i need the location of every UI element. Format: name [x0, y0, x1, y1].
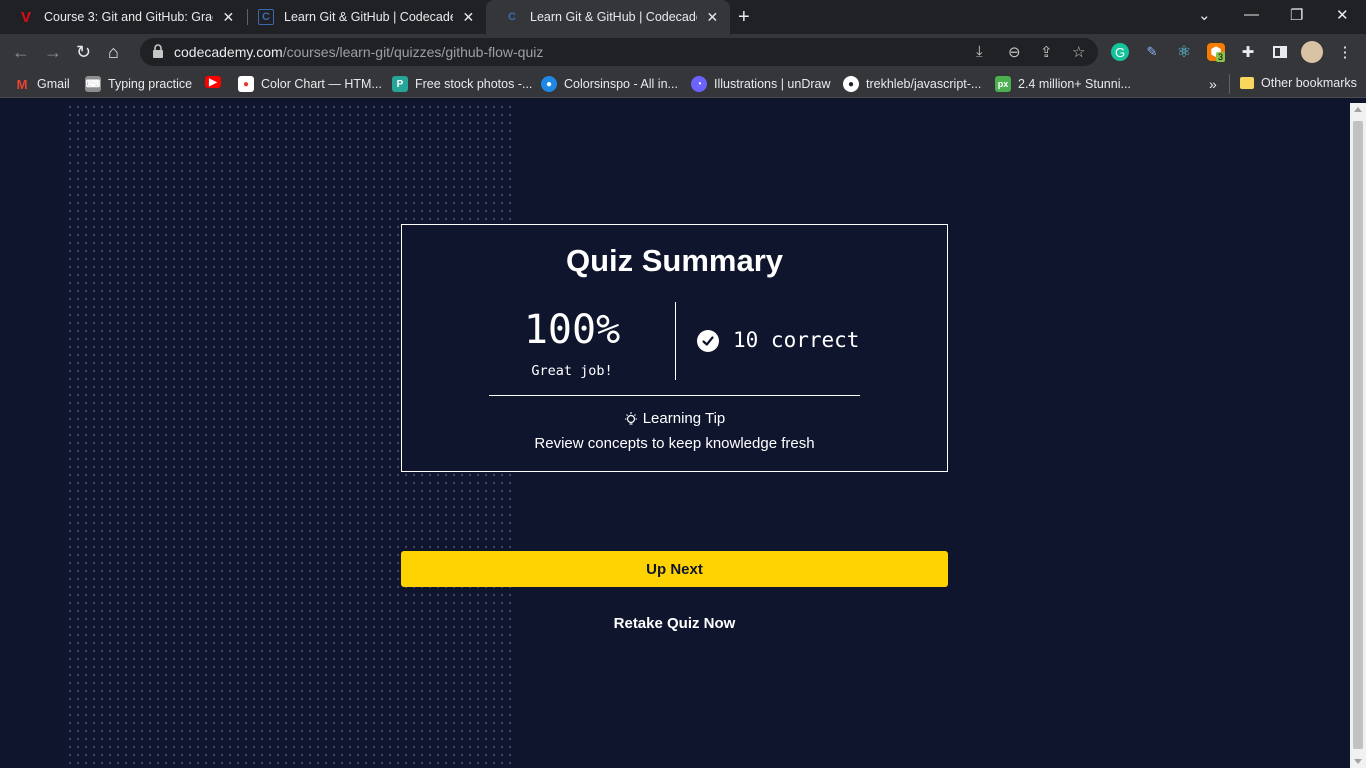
bookmark-color-chart[interactable]: ● Color Chart — HTM...: [238, 76, 382, 92]
minimize-button[interactable]: —: [1244, 6, 1259, 23]
score-percentage: 100%: [523, 307, 621, 353]
side-panel-icon[interactable]: [1271, 43, 1289, 61]
learning-tip-heading-row: Learning Tip: [402, 410, 947, 427]
score-caption: Great job!: [531, 363, 613, 379]
back-button[interactable]: ←: [12, 41, 30, 63]
restore-button[interactable]: ❐: [1290, 6, 1303, 24]
quiz-summary-page: Quiz Summary 100% Great job! 10 correct …: [0, 103, 1350, 768]
bookmarks-divider: [1229, 74, 1230, 94]
extensions-puzzle-icon[interactable]: ✚: [1239, 43, 1257, 61]
url-text: codecademy.com/courses/learn-git/quizzes…: [174, 44, 544, 60]
color-picker-icon[interactable]: ✎: [1143, 43, 1161, 61]
forward-button[interactable]: →: [44, 41, 62, 63]
summary-vertical-divider: [675, 302, 676, 380]
folder-icon: [1240, 77, 1254, 89]
github-icon: ●: [843, 76, 859, 92]
grammarly-icon[interactable]: G: [1111, 43, 1129, 61]
correct-count: 10 correct: [733, 328, 860, 352]
red-v-logo-icon: V: [20, 8, 31, 26]
tab-learn-git-1[interactable]: C Learn Git & GitHub | Codecademy ✕: [240, 0, 486, 34]
address-bar[interactable]: codecademy.com/courses/learn-git/quizzes…: [140, 38, 1098, 66]
bookmark-typing-practice[interactable]: ⌨ Typing practice: [85, 76, 192, 92]
up-next-button[interactable]: Up Next: [401, 551, 948, 587]
tab-title: Learn Git & GitHub | Codecademy: [284, 10, 453, 24]
close-tab-icon[interactable]: ✕: [705, 9, 720, 26]
browser-tab-bar: V Course 3: Git and GitHub: Graded ✕ C L…: [0, 0, 1366, 34]
more-bookmarks-chevron-icon[interactable]: »: [1209, 76, 1217, 92]
close-window-button[interactable]: ✕: [1336, 6, 1349, 24]
summary-horizontal-divider: [489, 395, 860, 396]
bookmark-pixabay[interactable]: px 2.4 million+ Stunni...: [995, 76, 1131, 92]
undraw-icon: ◔: [691, 76, 707, 92]
bookmark-star-icon[interactable]: ☆: [1072, 43, 1085, 61]
extension-badge-icon[interactable]: ⬢ 3: [1207, 43, 1226, 62]
checkmark-icon: [697, 330, 719, 352]
page-scrollbar[interactable]: [1350, 103, 1366, 768]
codecademy-icon: C: [508, 11, 516, 23]
install-icon[interactable]: ⤓: [976, 43, 983, 60]
scroll-down-arrow-icon[interactable]: [1354, 759, 1362, 764]
tab-title: Learn Git & GitHub | Codecademy: [530, 10, 697, 24]
learning-tip-heading: Learning Tip: [642, 410, 726, 427]
bookmarks-bar: M Gmail ⌨ Typing practice ▶ ● Color Char…: [0, 70, 1366, 98]
colorsinspo-icon: ●: [541, 76, 557, 92]
tab-title: Course 3: Git and GitHub: Graded: [44, 10, 213, 24]
quiz-summary-card: Quiz Summary 100% Great job! 10 correct …: [401, 224, 948, 472]
bookmark-colorsinspo[interactable]: ● Colorsinspo - All in...: [541, 76, 678, 92]
learning-tip-text: Review concepts to keep knowledge fresh: [534, 435, 815, 452]
reload-button[interactable]: ↻: [76, 41, 91, 63]
codecademy-icon: C: [258, 9, 274, 25]
bookmark-trekhleb-github[interactable]: ● trekhleb/javascript-...: [843, 76, 981, 92]
gmail-icon: M: [16, 76, 28, 92]
scrollbar-thumb[interactable]: [1353, 121, 1363, 749]
zoom-icon[interactable]: ⊖: [1008, 43, 1021, 61]
extension-badge-count: 3: [1216, 52, 1226, 62]
profile-avatar[interactable]: [1301, 41, 1323, 63]
tab-search-icon[interactable]: ⌄: [1198, 6, 1211, 24]
home-button[interactable]: ⌂: [108, 41, 119, 63]
close-tab-icon[interactable]: ✕: [221, 9, 236, 26]
close-tab-icon[interactable]: ✕: [461, 9, 476, 26]
share-icon[interactable]: ⇪: [1040, 43, 1053, 61]
pixabay-icon: px: [995, 76, 1011, 92]
scroll-up-arrow-icon[interactable]: [1354, 107, 1362, 112]
lock-icon: [153, 44, 163, 58]
react-devtools-icon[interactable]: ⚛: [1175, 43, 1193, 61]
bookmark-gmail[interactable]: M Gmail: [14, 76, 70, 92]
bookmark-undraw[interactable]: ◔ Illustrations | unDraw: [691, 76, 831, 92]
tab-course-3[interactable]: V Course 3: Git and GitHub: Graded ✕: [0, 0, 246, 34]
color-chart-icon: ●: [238, 76, 254, 92]
new-tab-button[interactable]: +: [738, 6, 750, 29]
lightbulb-icon: [624, 411, 637, 425]
youtube-icon: ▶: [205, 76, 221, 88]
browser-toolbar: ← → ↻ ⌂ codecademy.com/courses/learn-git…: [0, 34, 1366, 70]
retake-quiz-button[interactable]: Retake Quiz Now: [401, 615, 948, 632]
bookmark-youtube[interactable]: ▶: [205, 76, 228, 88]
menu-kebab-icon[interactable]: ⋮: [1336, 43, 1354, 61]
quiz-summary-title: Quiz Summary: [565, 243, 784, 278]
bookmark-free-stock-photos[interactable]: P Free stock photos -...: [392, 76, 532, 92]
stock-photos-icon: P: [392, 76, 408, 92]
other-bookmarks-folder[interactable]: Other bookmarks: [1240, 76, 1357, 90]
typing-icon: ⌨: [85, 76, 101, 92]
tab-learn-git-2[interactable]: C Learn Git & GitHub | Codecademy ✕: [486, 0, 730, 34]
